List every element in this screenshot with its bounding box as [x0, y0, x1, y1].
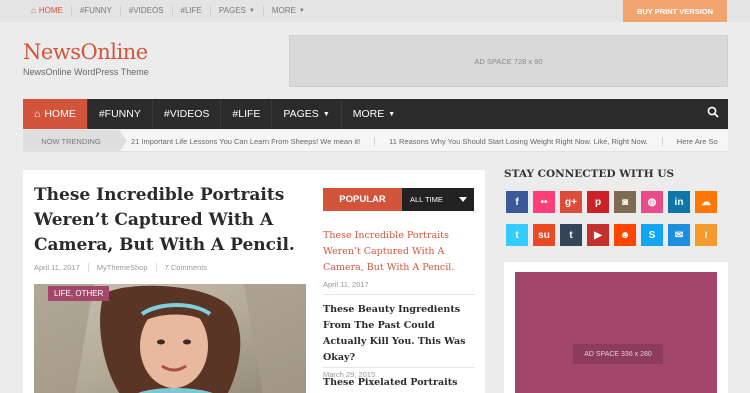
trending-bar: NOW TRENDING 21 Important Life Lessons Y… [23, 130, 728, 152]
sidebar-ad-widget: AD SPACE 336 x 280 [504, 262, 728, 393]
divider [323, 294, 475, 295]
top-nav: ⌂ HOME #FUNNY #VIDEOS #LIFE PAGES ▼ MORE… [23, 0, 313, 22]
post-date: April 11, 2017 [34, 263, 89, 272]
skype-icon[interactable]: S [641, 224, 663, 246]
nav-item-videos[interactable]: #VIDEOS [153, 99, 222, 129]
topnav-item-more[interactable]: MORE ▼ [264, 6, 313, 16]
ad-space-sidebar[interactable]: AD SPACE 336 x 280 [515, 272, 717, 393]
nav-item-label: HOME [44, 108, 76, 120]
post-comments[interactable]: 7 Comments [157, 263, 216, 272]
chevron-down-icon: ▼ [248, 8, 255, 14]
stumbleupon-icon[interactable]: su [533, 224, 555, 246]
nav-item-label: #VIDEOS [163, 108, 210, 120]
home-icon: ⌂ [34, 108, 41, 120]
ad-banner-top[interactable]: AD SPACE 728 x 90 [289, 35, 728, 87]
popular-item[interactable]: These Pixelated Portraits Are [323, 375, 475, 393]
topnav-item-videos[interactable]: #VIDEOS [121, 6, 173, 16]
post-category-badge[interactable]: LIFE, OTHER [48, 286, 110, 301]
topnav-item-label: #LIFE [180, 6, 202, 15]
main-content-card: These Incredible Portraits Weren’t Captu… [23, 170, 485, 393]
trending-item[interactable]: 11 Reasons Why You Should Start Losing W… [389, 136, 663, 146]
nav-item-label: #FUNNY [98, 108, 141, 120]
post-meta: April 11, 2017 MyThemeShop 7 Comments [34, 263, 215, 272]
pinterest-icon[interactable]: p [587, 191, 609, 213]
dribbble-icon[interactable]: ◍ [641, 191, 663, 213]
home-icon: ⌂ [31, 6, 36, 15]
tab-popular[interactable]: POPULAR [323, 188, 402, 211]
popular-tabs: POPULAR ALL TIME [323, 188, 474, 211]
site-tagline: NewsOnline WordPress Theme [23, 67, 149, 77]
topnav-item-pages[interactable]: PAGES ▼ [211, 6, 264, 16]
ad-label: AD SPACE 336 x 280 [573, 344, 663, 364]
stay-connected-heading: STAY CONNECTED WITH US [504, 168, 675, 180]
nav-item-label: PAGES [283, 108, 319, 120]
ad-label: AD SPACE 728 x 90 [474, 56, 543, 66]
search-button[interactable] [698, 99, 728, 129]
flickr-icon[interactable]: •• [533, 191, 555, 213]
tumblr-icon[interactable]: t [560, 224, 582, 246]
nav-item-more[interactable]: MORE ▼ [342, 99, 406, 129]
popular-item-date: April 11, 2017 [323, 280, 369, 289]
popular-item-title[interactable]: These Beauty Ingredients From The Past C… [323, 302, 475, 366]
trending-ticker: 21 Important Life Lessons You Can Learn … [131, 130, 728, 151]
popular-item[interactable]: These Incredible Portraits Weren’t Captu… [323, 228, 475, 289]
post-author[interactable]: MyThemeShop [89, 263, 157, 272]
nav-item-label: MORE [352, 108, 385, 120]
topnav-item-label: #VIDEOS [128, 6, 164, 15]
facebook-icon[interactable]: f [506, 191, 528, 213]
linkedin-icon[interactable]: in [668, 191, 690, 213]
nav-item-label: #LIFE [232, 108, 261, 120]
twitter-icon[interactable]: t [506, 224, 528, 246]
main-nav: ⌂ HOME #FUNNY #VIDEOS #LIFE PAGES ▼ MORE… [23, 99, 728, 129]
popular-item-title[interactable]: These Pixelated Portraits Are [323, 375, 475, 393]
chevron-down-icon: ▼ [388, 110, 396, 118]
youtube-icon[interactable]: ▶ [587, 224, 609, 246]
post-title[interactable]: These Incredible Portraits Weren’t Captu… [34, 183, 296, 258]
nav-item-funny[interactable]: #FUNNY [88, 99, 153, 129]
rss-icon[interactable]: ≀ [695, 224, 717, 246]
google-plus-icon[interactable]: g+ [560, 191, 582, 213]
chevron-down-icon: ▼ [298, 8, 305, 14]
caret-down-icon [459, 197, 467, 202]
site-logo[interactable]: NewsOnline [23, 40, 148, 64]
topnav-item-label: HOME [38, 6, 63, 15]
chevron-down-icon: ▼ [322, 110, 330, 118]
soundcloud-icon[interactable]: ☁ [695, 191, 717, 213]
popular-item-title[interactable]: These Incredible Portraits Weren’t Captu… [323, 228, 475, 276]
nav-item-pages[interactable]: PAGES ▼ [272, 99, 342, 129]
now-trending-label: NOW TRENDING [23, 130, 127, 151]
time-range-select[interactable]: ALL TIME [402, 188, 474, 211]
topnav-item-life[interactable]: #LIFE [173, 6, 211, 16]
time-range-label: ALL TIME [410, 195, 443, 204]
topnav-item-label: #FUNNY [79, 6, 112, 15]
search-icon [707, 105, 719, 123]
topnav-item-home[interactable]: ⌂ HOME [23, 6, 72, 16]
instagram-icon[interactable]: ◙ [614, 191, 636, 213]
buy-print-version-button[interactable]: BUY PRINT VERSION [623, 0, 727, 22]
divider [323, 367, 475, 368]
topnav-item-label: MORE [271, 6, 296, 15]
nav-item-life[interactable]: #LIFE [221, 99, 273, 129]
top-bar: ⌂ HOME #FUNNY #VIDEOS #LIFE PAGES ▼ MORE… [0, 0, 750, 22]
nav-item-home[interactable]: ⌂ HOME [23, 99, 88, 129]
reddit-icon[interactable]: ☻ [614, 224, 636, 246]
trending-item[interactable]: 21 Important Life Lessons You Can Learn … [131, 136, 376, 146]
topnav-item-funny[interactable]: #FUNNY [72, 6, 121, 16]
topnav-item-label: PAGES [218, 6, 246, 15]
trending-item[interactable]: Here Are So [677, 137, 728, 146]
email-icon[interactable]: ✉ [668, 224, 690, 246]
social-icons: f •• g+ p ◙ ◍ in ☁ t su t ▶ ☻ S ✉ ≀ [506, 191, 726, 246]
